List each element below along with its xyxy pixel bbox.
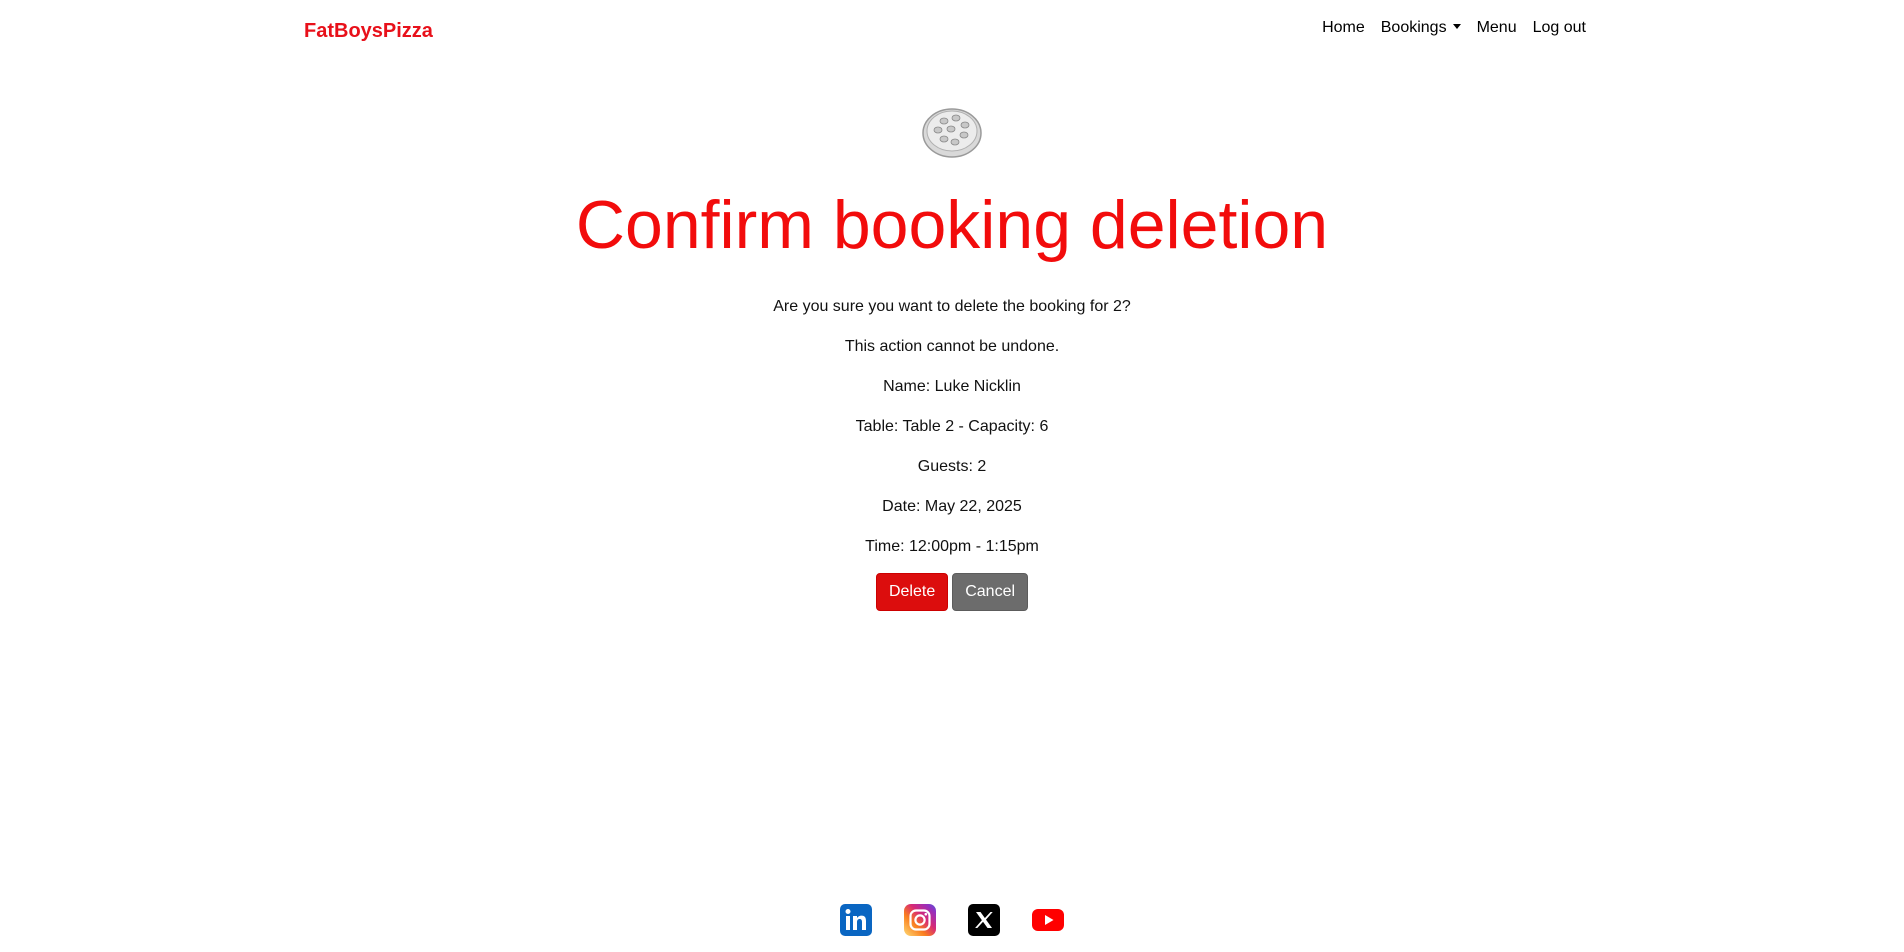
- x-icon[interactable]: [968, 904, 1000, 936]
- nav-bookings-dropdown[interactable]: Bookings: [1373, 17, 1469, 39]
- booking-table: Table: Table 2 - Capacity: 6: [855, 418, 1049, 435]
- brand-link[interactable]: FatBoysPizza: [304, 20, 433, 43]
- warning-text: This action cannot be undone.: [844, 338, 1060, 355]
- booking-guests: Guests: 2: [917, 458, 987, 475]
- booking-date: Date: May 22, 2025: [882, 498, 1022, 515]
- chevron-down-icon: [1452, 24, 1461, 29]
- instagram-icon[interactable]: [904, 904, 936, 936]
- nav-bookings-label: Bookings: [1380, 19, 1447, 36]
- main-content: Confirm booking deletion Are you sure yo…: [0, 105, 1904, 611]
- pizza-icon: [922, 108, 982, 158]
- nav-links: Home Bookings Menu Log out: [1314, 17, 1594, 39]
- navbar: FatBoysPizza Home Bookings Menu Log out: [0, 0, 1904, 56]
- page-title: Confirm booking deletion: [575, 187, 1329, 263]
- confirm-question: Are you sure you want to delete the book…: [773, 298, 1131, 315]
- nav-logout[interactable]: Log out: [1525, 17, 1594, 39]
- booking-details: Are you sure you want to delete the book…: [0, 297, 1904, 557]
- youtube-icon[interactable]: [1032, 904, 1064, 936]
- delete-button[interactable]: Delete: [875, 573, 949, 611]
- booking-name: Name: Luke Nicklin: [883, 378, 1021, 395]
- linkedin-icon[interactable]: [840, 904, 872, 936]
- footer: [0, 904, 1904, 936]
- booking-time: Time: 12:00pm - 1:15pm: [865, 538, 1039, 555]
- nav-home[interactable]: Home: [1314, 17, 1373, 39]
- cancel-button[interactable]: Cancel: [952, 573, 1029, 611]
- action-buttons: Delete Cancel: [0, 573, 1904, 611]
- nav-menu[interactable]: Menu: [1469, 17, 1525, 39]
